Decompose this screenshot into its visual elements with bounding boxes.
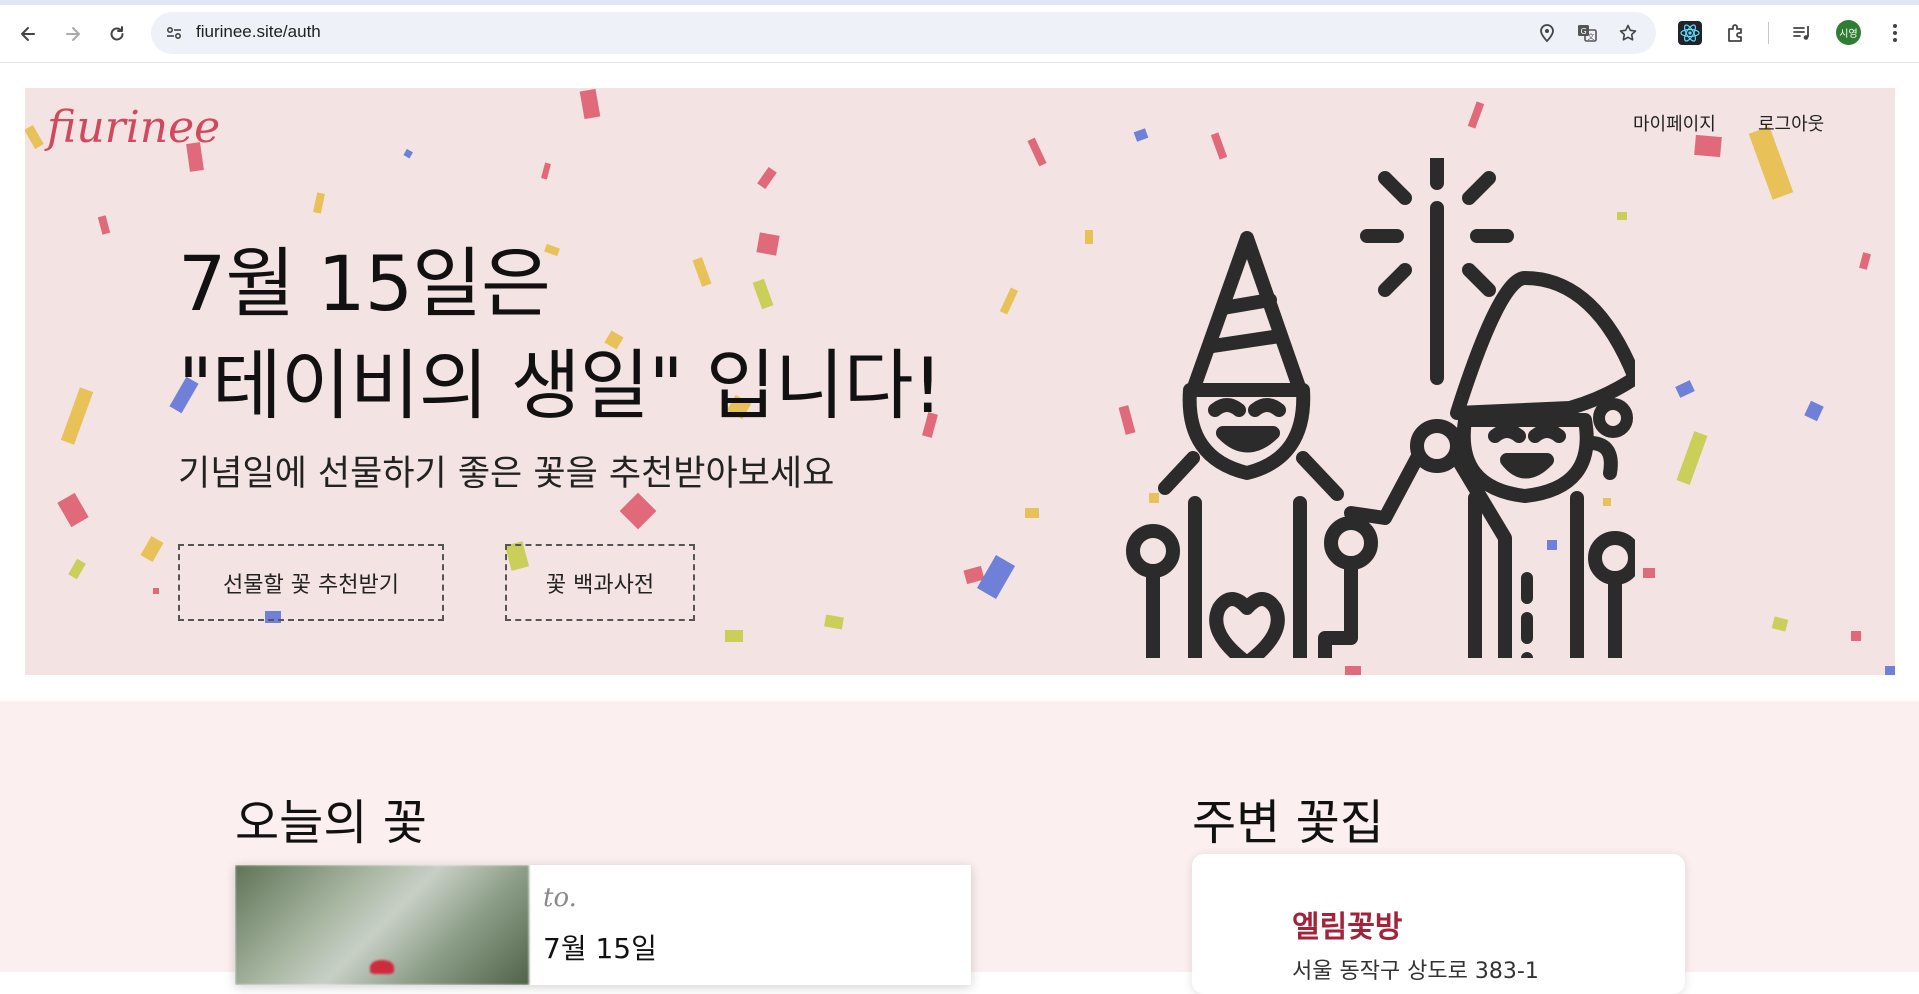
flower-photo [235,865,529,985]
flower-encyclopedia-button[interactable]: 꽃 백과사전 [505,544,695,621]
svg-text:G: G [1581,27,1587,36]
toolbar-separator [1768,22,1769,44]
hero-title-line1: 7월 15일은 [178,239,551,328]
address-bar[interactable]: fiurinee.site/auth G文 [151,12,1656,54]
url-text[interactable]: fiurinee.site/auth [196,22,321,42]
forward-icon[interactable] [59,20,87,48]
svg-text:文: 文 [1588,32,1595,41]
content-section: 오늘의 꽃 to. 7월 15일 주변 꽃집 엘림꽃방 서울 동작구 상도로 3… [0,701,1919,994]
shop-name[interactable]: 엘림꽃방 [1292,902,1402,946]
fiurinee-logo[interactable]: fiurinee [47,102,220,153]
hero-title: 7월 15일은 "테이비의 생일" 입니다! [178,233,943,437]
profile-avatar[interactable]: 시영 [1836,20,1861,45]
card-date: 7월 15일 [543,932,657,965]
nearby-shops-title: 주변 꽃집 [1192,795,1384,851]
bookmark-star-icon[interactable] [1617,22,1639,44]
mypage-link[interactable]: 마이페이지 [1633,110,1716,136]
recommend-flower-button[interactable]: 선물할 꽃 추천받기 [178,544,444,621]
hero-subtitle: 기념일에 선물하기 좋은 꽃을 추천받아보세요 [178,454,835,494]
today-flower-card[interactable]: to. 7월 15일 [235,865,971,985]
react-devtools-icon[interactable] [1677,20,1703,46]
hero-title-line2: "테이비의 생일" 입니다! [178,341,943,430]
reload-icon[interactable] [103,20,131,48]
media-control-icon[interactable] [1789,20,1815,46]
translate-icon[interactable]: G文 [1576,22,1598,44]
site-info-icon[interactable] [163,22,185,44]
back-icon[interactable] [14,20,42,48]
today-flower-title: 오늘의 꽃 [235,795,427,851]
shop-card[interactable]: 엘림꽃방 서울 동작구 상도로 383-1 [1192,854,1685,994]
birthday-party-illustration [1126,158,1635,658]
hero-banner: fiurinee 마이페이지 로그아웃 7월 15일은 "테이비의 생일" 입니… [25,88,1895,675]
extensions-icon[interactable] [1723,20,1749,46]
logout-link[interactable]: 로그아웃 [1758,110,1824,136]
menu-icon[interactable] [1882,20,1908,46]
shop-address: 서울 동작구 상도로 383-1 [1292,959,1539,984]
card-to-label: to. [543,883,577,913]
location-icon[interactable] [1536,22,1558,44]
browser-toolbar: fiurinee.site/auth G文 시영 [0,0,1919,63]
tab-strip [0,0,1919,5]
